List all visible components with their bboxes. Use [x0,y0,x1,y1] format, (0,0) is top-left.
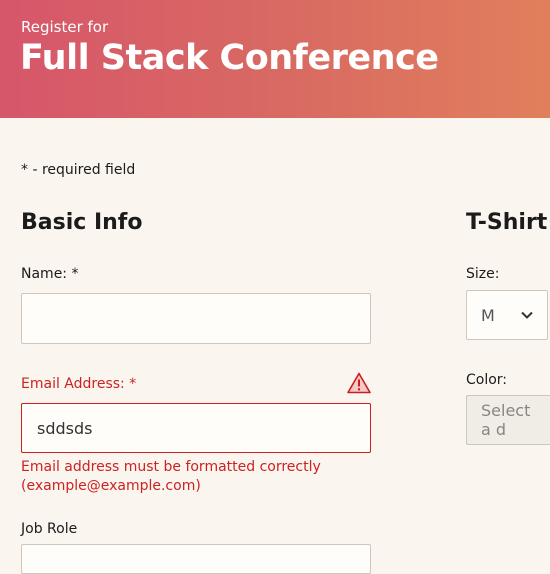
email-error-message: Email address must be formatted correctl… [21,459,321,494]
job-role-field[interactable] [21,544,371,574]
tshirt-info-heading: T-Shirt I [466,210,550,235]
name-field[interactable] [21,293,371,344]
basic-info-heading: Basic Info [21,210,143,235]
size-label: Size: [466,266,500,282]
job-role-label: Job Role [21,521,78,537]
color-select[interactable]: Select a d [466,395,550,445]
chevron-down-icon [521,311,533,319]
size-select-value: M [481,305,495,325]
page-title: Full Stack Conference [20,38,439,78]
color-label: Color: [466,372,508,388]
required-field-note: * - required field [21,162,136,178]
page-header: Register for Full Stack Conference [0,0,550,118]
warning-icon [347,372,371,394]
name-label: Name: * [21,266,79,282]
header-subtitle: Register for [21,18,109,36]
size-select[interactable]: M [466,290,548,340]
color-select-placeholder: Select a d [481,401,531,439]
email-field[interactable]: sddsds [21,403,371,453]
email-label: Email Address: * [21,376,137,392]
